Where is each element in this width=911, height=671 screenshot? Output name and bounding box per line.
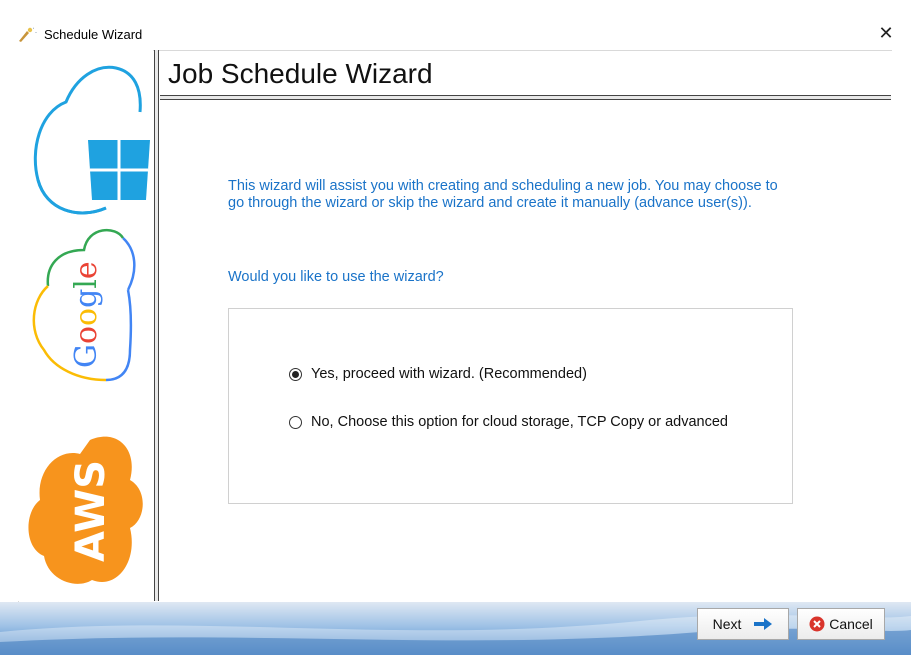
sidebar: Google AWS	[18, 50, 153, 601]
aws-logo-text: AWS	[68, 460, 114, 562]
option-no-manual[interactable]: No, Choose this option for cloud storage…	[289, 414, 728, 430]
sidebar-divider	[154, 50, 159, 601]
option-no-label: No, Choose this option for cloud storage…	[311, 414, 728, 430]
page-title: Job Schedule Wizard	[168, 58, 433, 89]
radio-unselected-icon[interactable]	[289, 415, 302, 429]
wizard-wand-icon	[19, 27, 37, 42]
google-logo-text: Google	[69, 261, 104, 368]
google-cloud-logo: Google	[32, 228, 136, 382]
sidebar-logos: Google AWS	[28, 65, 150, 584]
cancel-button-label: Cancel	[829, 616, 873, 632]
cancel-button[interactable]: Cancel	[797, 608, 885, 640]
aws-cloud-logo: AWS	[28, 436, 143, 584]
arrow-right-icon	[754, 618, 773, 630]
next-button-label: Next	[712, 616, 742, 632]
cancel-icon	[809, 616, 825, 632]
intro-text: This wizard will assist you with creatin…	[228, 178, 778, 211]
window-title: Schedule Wizard	[44, 27, 143, 42]
wizard-header: Job Schedule Wizard	[160, 52, 891, 96]
option-yes-label: Yes, proceed with wizard. (Recommended)	[311, 366, 587, 382]
window-bottom-edge	[0, 655, 911, 671]
options-group: Yes, proceed with wizard. (Recommended) …	[228, 308, 793, 504]
radio-selected-icon[interactable]	[289, 367, 302, 381]
option-yes-wizard[interactable]: Yes, proceed with wizard. (Recommended)	[289, 366, 587, 382]
next-button[interactable]: Next	[697, 608, 789, 640]
azure-cloud-logo	[33, 65, 150, 215]
close-button[interactable]: ✕	[875, 22, 897, 44]
window-titlebar: Schedule Wizard ✕	[0, 0, 911, 44]
wizard-content: This wizard will assist you with creatin…	[160, 100, 891, 600]
question-text: Would you like to use the wizard?	[228, 269, 444, 285]
